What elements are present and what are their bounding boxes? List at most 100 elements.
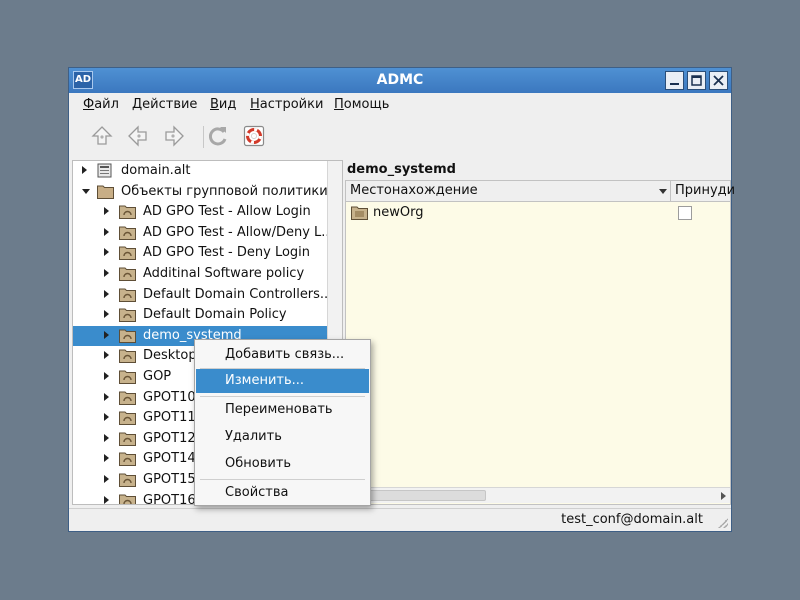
ctx-add-link[interactable]: Добавить связь... [196,343,369,367]
menu-view[interactable]: Вид [210,97,236,112]
menu-view-mnemonic: В [210,97,219,112]
column-divider[interactable] [670,181,671,202]
tree-item[interactable]: AD GPO Test - Deny Login [73,243,327,263]
tree-item-label: GPOT15 [143,472,196,487]
tree-item[interactable]: Additinal Software policy [73,264,327,284]
navigate-forward-button[interactable] [160,122,188,150]
expand-right-icon[interactable] [104,269,109,277]
expand-right-icon[interactable] [104,495,109,504]
menu-action[interactable]: Действие [132,97,197,112]
row-location: newOrg [373,205,424,220]
status-user: test_conf@domain.alt [561,512,703,527]
enforced-checkbox[interactable] [678,206,692,220]
menu-settings[interactable]: Настройки [250,97,323,112]
up-arrow-icon [91,126,113,145]
expand-right-icon[interactable] [82,166,87,174]
column-location[interactable]: Местонахождение [350,183,478,198]
expand-right-icon[interactable] [104,310,109,319]
expand-right-icon[interactable] [104,372,109,380]
tree-item-label: GPOT14 [143,451,196,467]
help-button[interactable] [240,122,268,150]
expand-right-icon[interactable] [104,454,109,463]
ctx-edit[interactable]: Изменить... [196,369,369,393]
tree-item[interactable]: AD GPO Test - Allow Login [73,202,327,222]
table-horizontal-scrollbar[interactable] [346,487,730,503]
gpo-icon [119,329,136,343]
tree-item-label: AD GPO Test - Allow Login [143,204,311,220]
menu-help-mnemonic: П [334,97,344,112]
table-row[interactable]: newOrg [346,203,730,223]
menu-help[interactable]: Помощь [334,97,389,112]
gpo-icon [119,267,136,281]
menu-action-label: ействие [142,97,198,112]
ctx-rename[interactable]: Переименовать [196,398,369,422]
sort-down-icon [659,189,667,194]
expand-down-icon[interactable] [82,188,90,194]
tree-item-label: Объекты групповой политики [121,183,328,199]
window-title: ADMC [376,72,424,88]
ctx-refresh[interactable]: Обновить [196,452,369,476]
tree-item[interactable]: Объекты групповой политики [73,182,328,202]
links-table[interactable]: Местонахождение Принуди newOrg [345,180,735,505]
expand-right-icon[interactable] [104,289,109,298]
expand-right-icon[interactable] [104,433,109,442]
tree-item-label: GPOT11 [143,410,196,426]
menu-file-mnemonic: Ф [83,97,95,112]
gpo-icon [119,432,136,446]
expand-right-icon[interactable] [104,227,109,236]
menu-bar: Файл Действие Вид Настройки Помощь [69,94,731,116]
help-lifebuoy-icon [243,125,265,147]
gpo-icon [119,246,136,261]
resize-grip-icon[interactable] [718,518,728,528]
tree-item-label: Desktop [143,348,197,364]
details-panel: demo_systemd Местонахождение Принуди new… [345,160,735,505]
close-button[interactable] [709,71,728,90]
expand-right-icon[interactable] [104,207,109,216]
gpo-icon [119,494,136,504]
refresh-button[interactable] [204,122,232,150]
tree-item[interactable]: Default Domain Controllers... [73,285,332,305]
expand-right-icon[interactable] [104,413,109,422]
menu-help-label: омощь [343,97,390,112]
column-enforced[interactable]: Принуди [675,183,735,198]
navigate-up-button[interactable] [88,122,116,150]
ctx-properties[interactable]: Свойства [196,481,369,505]
maximize-button[interactable] [687,71,706,90]
status-bar: test_conf@domain.alt [69,508,731,531]
tree-item[interactable]: Default Domain Policy [73,305,327,325]
title-bar[interactable]: AD ADMC [69,68,731,93]
toolbar [69,116,731,158]
tree-item[interactable]: AD GPO Test - Allow/Deny L... [73,223,334,243]
expand-right-icon[interactable] [104,330,109,339]
tree-item-label: GPOT10 [143,389,196,405]
expand-right-icon[interactable] [104,248,109,257]
gpo-icon [119,452,136,467]
menu-view-label: ид [218,97,237,112]
ou-folder-icon [351,206,368,220]
scroll-right-icon[interactable] [721,492,726,500]
forward-arrow-icon [165,125,184,147]
tree-item-label: GOP [143,369,172,384]
tree-item-label: Default Domain Policy [143,307,287,323]
minimize-button[interactable] [665,71,684,90]
gpo-icon [119,473,136,487]
gpo-icon [119,391,136,405]
maximize-icon [691,75,702,86]
gpo-icon [119,349,136,364]
minimize-icon [670,83,679,85]
menu-file[interactable]: Файл [83,97,119,112]
gpo-icon [119,205,136,220]
tree-item-label: AD GPO Test - Allow/Deny L... [143,224,334,240]
expand-right-icon[interactable] [104,475,109,483]
close-icon [713,75,724,86]
tree-item-label: GPOT12 [143,430,196,446]
tree-item[interactable]: domain.alt [73,161,327,181]
gpo-icon [119,226,136,240]
expand-right-icon[interactable] [104,351,109,360]
menu-action-mnemonic: Д [132,97,143,112]
expand-right-icon[interactable] [104,392,109,401]
table-header: Местонахождение Принуди [346,181,735,202]
tree-item-label: GPOT16 [143,492,196,505]
navigate-back-button[interactable] [124,122,152,150]
ctx-delete[interactable]: Удалить [196,425,369,449]
